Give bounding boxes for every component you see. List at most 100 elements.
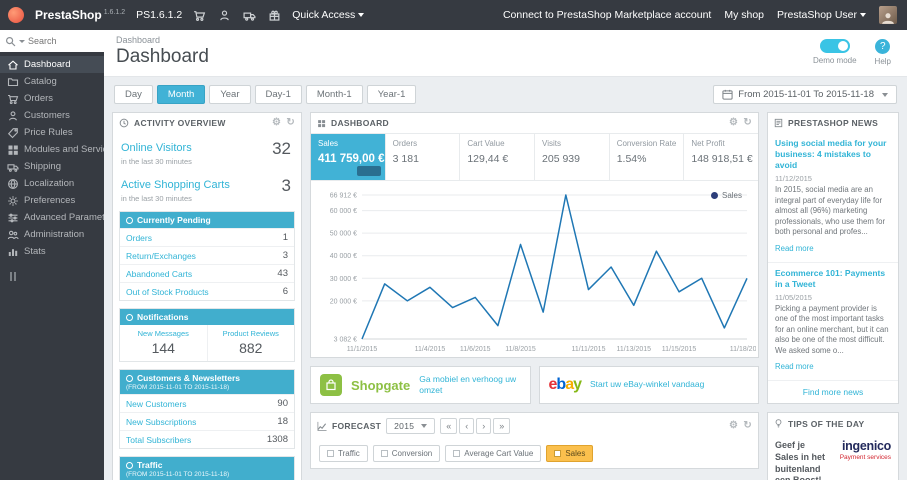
- shopgate-logo-icon: [320, 374, 342, 396]
- search-scope-caret-icon[interactable]: [19, 39, 25, 43]
- ebay-promo-link[interactable]: Start uw eBay-winkel vandaag: [590, 379, 704, 390]
- shopgate-promo[interactable]: Shopgate Ga mobiel en verhoog uw omzet: [310, 366, 531, 404]
- new-customers-row: New Customers 90: [120, 394, 294, 412]
- range-day-button[interactable]: Day: [114, 85, 153, 104]
- find-more-news-link[interactable]: Find more news: [768, 380, 898, 403]
- notifications-section: Notifications New Messages 144 Product Re…: [119, 308, 295, 362]
- range-year-minus-1-button[interactable]: Year-1: [366, 85, 417, 104]
- forecast-chip-average-cart-value[interactable]: Average Cart Value: [445, 445, 542, 462]
- menu-collapse-button[interactable]: [10, 272, 104, 281]
- sidebar-item-localization[interactable]: Localization: [0, 175, 104, 192]
- globe-icon: [7, 178, 19, 190]
- lightbulb-icon: [774, 418, 783, 429]
- gift-icon[interactable]: [268, 9, 281, 22]
- sidebar-item-shipping[interactable]: Shipping: [0, 158, 104, 175]
- cart-icon[interactable]: [193, 9, 206, 22]
- online-visitors-link[interactable]: Online Visitors: [121, 142, 192, 154]
- online-visitors-metric: Online Visitors 32 in the last 30 minute…: [121, 139, 291, 166]
- sidebar-item-advanced-parameters[interactable]: Advanced Parameters: [0, 209, 104, 226]
- sidebar-search: [0, 30, 104, 52]
- news-title-link[interactable]: Ecommerce 101: Payments in a Tweet: [775, 268, 891, 290]
- svg-text:11/8/2015: 11/8/2015: [505, 346, 536, 353]
- marketplace-connect-link[interactable]: Connect to PrestaShop Marketplace accoun…: [503, 9, 711, 21]
- pending-returns-row: Return/Exchanges 3: [120, 246, 294, 264]
- range-day-minus-1-button[interactable]: Day-1: [254, 85, 302, 104]
- svg-text:40 000 €: 40 000 €: [330, 253, 357, 260]
- help-button[interactable]: ?: [875, 39, 891, 54]
- sidebar-item-administration[interactable]: Administration: [0, 226, 104, 243]
- quick-access-menu[interactable]: Quick Access: [292, 9, 365, 21]
- panel-title: DASHBOARD: [331, 118, 389, 128]
- news-title-link[interactable]: Using social media for your business: 4 …: [775, 138, 891, 171]
- refresh-icon[interactable]: ↻: [743, 421, 752, 431]
- kpi-sales[interactable]: Sales 411 759,00 €: [311, 134, 385, 180]
- sidebar-menu: Dashboard Catalog Orders Customers Price…: [0, 56, 104, 260]
- forecast-year-select[interactable]: 2015: [386, 418, 436, 434]
- section-bullet-icon: [126, 374, 133, 382]
- dashboard-grid-icon: [317, 119, 326, 128]
- forecast-next-button[interactable]: ›: [476, 418, 492, 434]
- date-range-picker[interactable]: From 2015-11-01 To 2015-11-18: [713, 85, 897, 104]
- shipping-truck-icon[interactable]: [243, 9, 256, 22]
- bar-chart-icon: [7, 246, 19, 258]
- forecast-chip-conversion[interactable]: Conversion: [372, 445, 441, 462]
- sidebar-item-orders[interactable]: Orders: [0, 90, 104, 107]
- gear-icon[interactable]: ⚙: [729, 421, 738, 431]
- section-bullet-icon: [126, 313, 133, 321]
- svg-text:11/4/2015: 11/4/2015: [415, 346, 446, 353]
- gear-icon[interactable]: ⚙: [729, 118, 738, 128]
- module-promos: Shopgate Ga mobiel en verhoog uw omzet e…: [310, 366, 759, 404]
- sidebar-item-stats[interactable]: Stats: [0, 243, 104, 260]
- forecast-last-button[interactable]: »: [493, 418, 511, 434]
- user-menu[interactable]: PrestaShop User: [777, 9, 866, 21]
- abandoned-carts-row: Abandoned Carts 43: [120, 264, 294, 282]
- search-input[interactable]: [28, 36, 86, 46]
- sidebar-item-price-rules[interactable]: Price Rules: [0, 124, 104, 141]
- user-avatar[interactable]: [879, 6, 897, 24]
- customer-icon[interactable]: [218, 9, 231, 22]
- section-bullet-icon: [126, 216, 133, 224]
- calendar-icon: [722, 89, 733, 100]
- chart-legend[interactable]: Sales: [710, 191, 742, 200]
- product-reviews-cell[interactable]: Product Reviews 882: [206, 325, 295, 361]
- demo-mode-toggle[interactable]: [819, 39, 850, 53]
- new-messages-cell[interactable]: New Messages 144: [120, 325, 207, 361]
- sidebar-item-modules[interactable]: Modules and Services: [0, 141, 104, 158]
- kpi-net-profit[interactable]: Net Profit 148 918,51 €: [683, 134, 758, 180]
- sidebar-item-dashboard[interactable]: Dashboard: [0, 56, 104, 73]
- sidebar-item-catalog[interactable]: Catalog: [0, 73, 104, 90]
- section-bullet-icon: [126, 461, 133, 469]
- ebay-logo-text: ebay: [548, 376, 582, 393]
- brand-version: 1.6.1.2: [103, 9, 126, 16]
- kpi-conversion-rate[interactable]: Conversion Rate 1.54%: [608, 134, 684, 180]
- sidebar-item-preferences[interactable]: Preferences: [0, 192, 104, 209]
- range-month-button[interactable]: Month: [156, 85, 206, 104]
- main-content: Dashboard Dashboard Demo mode ? Help Day…: [104, 30, 907, 480]
- kpi-cart-value[interactable]: Cart Value 129,44 €: [459, 134, 534, 180]
- ingenico-logo[interactable]: ingenico Payment services: [840, 440, 892, 480]
- ebay-promo[interactable]: ebay Start uw eBay-winkel vandaag: [538, 366, 759, 404]
- forecast-prev-button[interactable]: ‹: [459, 418, 475, 434]
- sidebar-item-customers[interactable]: Customers: [0, 107, 104, 124]
- range-year-button[interactable]: Year: [209, 85, 251, 104]
- forecast-first-button[interactable]: «: [440, 418, 458, 434]
- kpi-visits[interactable]: Visits 205 939: [534, 134, 609, 180]
- refresh-icon[interactable]: ↻: [743, 118, 752, 128]
- read-more-link[interactable]: Read more: [775, 244, 814, 253]
- news-item: Ecommerce 101: Payments in a Tweet 11/05…: [768, 261, 898, 381]
- checkbox-icon: [453, 450, 461, 457]
- refresh-icon[interactable]: ↻: [286, 118, 295, 128]
- people-icon: [7, 229, 19, 241]
- forecast-chip-sales[interactable]: Sales: [546, 445, 594, 462]
- sales-line-chart[interactable]: 66 912 € 60 000 € 50 000 € 40 000 € 30 000 €…: [313, 185, 756, 355]
- kpi-orders[interactable]: Orders 3 181: [384, 134, 460, 180]
- my-shop-link[interactable]: My shop: [724, 9, 764, 21]
- panel-title: ACTIVITY OVERVIEW: [134, 118, 226, 128]
- gear-icon[interactable]: ⚙: [272, 118, 281, 128]
- range-month-minus-1-button[interactable]: Month-1: [305, 85, 363, 104]
- read-more-link[interactable]: Read more: [775, 362, 814, 371]
- forecast-chip-traffic[interactable]: Traffic: [319, 445, 368, 462]
- news-item: Using social media for your business: 4 …: [768, 133, 898, 262]
- active-carts-link[interactable]: Active Shopping Carts: [121, 179, 230, 191]
- shopgate-promo-link[interactable]: Ga mobiel en verhoog uw omzet: [419, 374, 520, 396]
